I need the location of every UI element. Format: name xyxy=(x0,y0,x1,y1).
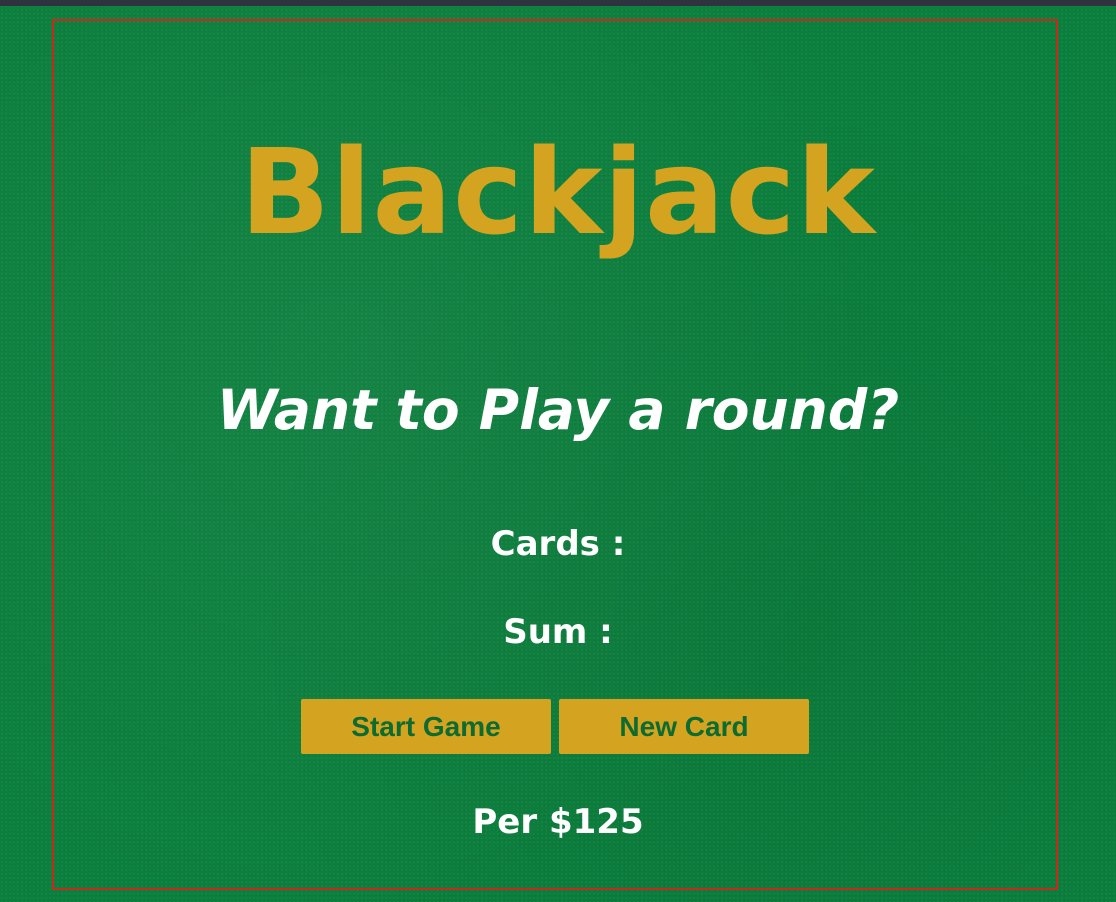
sum-label: Sum : xyxy=(503,612,613,652)
cards-label: Cards : xyxy=(490,524,626,564)
player-info: Per $125 xyxy=(472,802,644,842)
game-title: Blackjack xyxy=(240,123,876,261)
start-game-button[interactable]: Start Game xyxy=(301,699,551,754)
message-text: Want to Play a round? xyxy=(216,378,900,442)
new-card-button[interactable]: New Card xyxy=(559,699,809,754)
window-top-strip xyxy=(0,0,1116,6)
